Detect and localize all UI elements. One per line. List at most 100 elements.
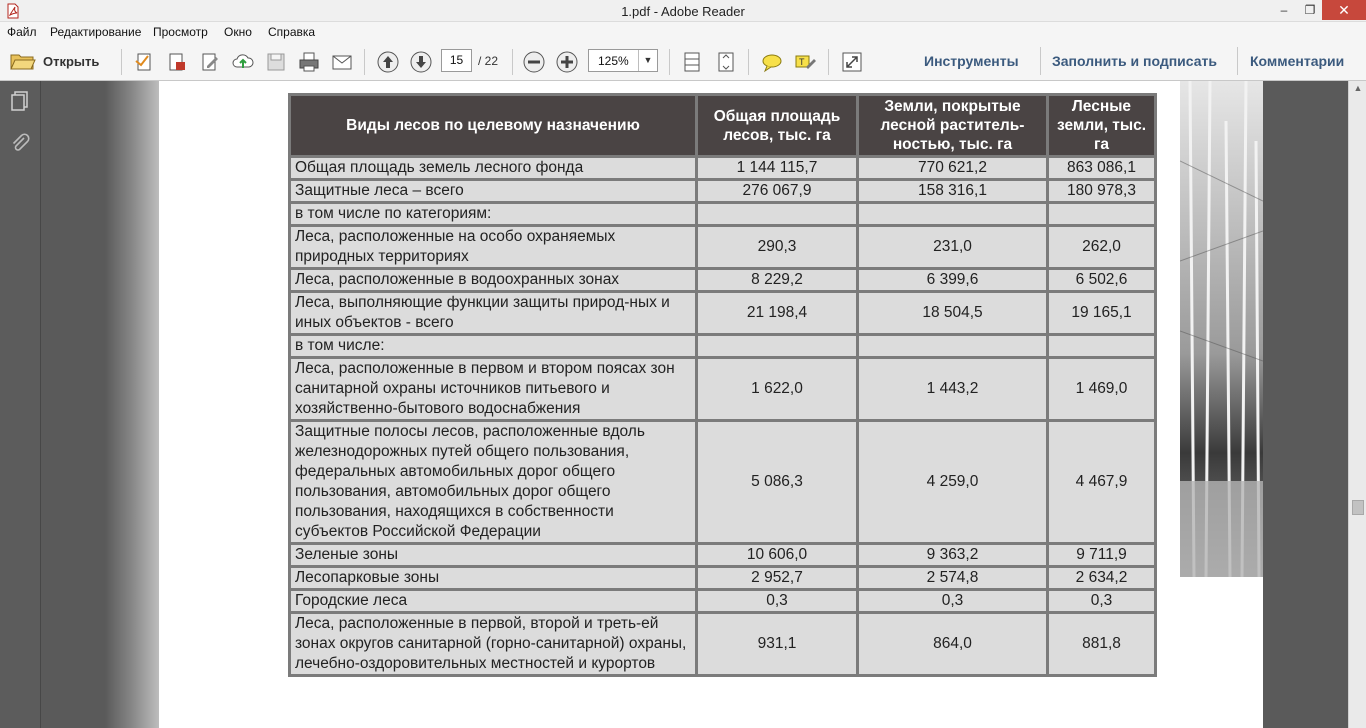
minimize-button[interactable]: – bbox=[1271, 0, 1297, 20]
cell-forest-land: 881,8 bbox=[1049, 614, 1154, 674]
zoom-out-icon[interactable] bbox=[523, 51, 545, 73]
row-label: Защитные леса – всего bbox=[291, 181, 695, 201]
table-row: Леса, расположенные в водоохранных зонах… bbox=[291, 270, 1154, 290]
zoom-value: 125% bbox=[598, 54, 629, 68]
row-label: в том числе: bbox=[291, 336, 695, 356]
table-row: Общая площадь земель лесного фонда 1 144… bbox=[291, 158, 1154, 178]
table-row: Леса, выполняющие функции защиты природ-… bbox=[291, 293, 1154, 333]
toolbar-separator bbox=[669, 49, 670, 75]
menu-edit[interactable]: Редактирование bbox=[50, 25, 141, 39]
menu-view[interactable]: Просмотр bbox=[153, 25, 208, 39]
cell-total-area: 21 198,4 bbox=[698, 293, 856, 333]
cell-forested-land bbox=[859, 336, 1046, 356]
toolbar-separator bbox=[364, 49, 365, 75]
page-thumbnails-icon[interactable] bbox=[8, 89, 32, 113]
page-number-input[interactable]: 15 bbox=[441, 49, 472, 72]
menu-window[interactable]: Окно bbox=[224, 25, 252, 39]
cell-forest-land: 2 634,2 bbox=[1049, 568, 1154, 588]
row-label: Зеленые зоны bbox=[291, 545, 695, 565]
table-row: Леса, расположенные в первом и втором по… bbox=[291, 359, 1154, 419]
previous-page-icon[interactable] bbox=[377, 51, 399, 73]
fit-width-icon[interactable] bbox=[681, 51, 703, 73]
cell-forested-land: 864,0 bbox=[859, 614, 1046, 674]
row-label: Леса, расположенные в первом и втором по… bbox=[291, 359, 695, 419]
highlight-text-icon[interactable]: T bbox=[794, 51, 816, 73]
row-label: Городские леса bbox=[291, 591, 695, 611]
fill-and-sign-pane-button[interactable]: Заполнить и подписать bbox=[1052, 53, 1217, 69]
page-total: / 22 bbox=[478, 54, 499, 68]
attachments-icon[interactable] bbox=[8, 132, 32, 156]
print-icon[interactable] bbox=[298, 51, 320, 73]
save-icon[interactable] bbox=[265, 51, 287, 73]
cell-total-area: 2 952,7 bbox=[698, 568, 856, 588]
cell-forest-land bbox=[1049, 204, 1154, 224]
table-row: Защитные полосы лесов, расположенные вдо… bbox=[291, 422, 1154, 542]
cell-forested-land: 0,3 bbox=[859, 591, 1046, 611]
toolbar-separator bbox=[1237, 47, 1238, 75]
open-button[interactable]: Открыть bbox=[6, 48, 110, 74]
cell-forest-land bbox=[1049, 336, 1154, 356]
forest-data-table: Виды лесов по целевому назначению Общая … bbox=[288, 93, 1157, 677]
cell-total-area: 1 622,0 bbox=[698, 359, 856, 419]
cell-forested-land: 9 363,2 bbox=[859, 545, 1046, 565]
row-label: Леса, расположенные на особо охраняемых … bbox=[291, 227, 695, 267]
chevron-down-icon[interactable]: ▼ bbox=[638, 50, 657, 71]
fit-page-icon[interactable] bbox=[715, 51, 737, 73]
toolbar-separator bbox=[1040, 47, 1041, 75]
cell-forested-land bbox=[859, 204, 1046, 224]
cell-total-area: 1 144 115,7 bbox=[698, 158, 856, 178]
comments-pane-button[interactable]: Комментарии bbox=[1250, 53, 1344, 69]
title-bar: 1.pdf - Adobe Reader – ❐ ✕ bbox=[0, 0, 1366, 22]
email-icon[interactable] bbox=[331, 51, 353, 73]
cell-forested-land: 158 316,1 bbox=[859, 181, 1046, 201]
create-pdf-icon[interactable] bbox=[133, 51, 155, 73]
row-label: Общая площадь земель лесного фонда bbox=[291, 158, 695, 178]
cell-forest-land: 6 502,6 bbox=[1049, 270, 1154, 290]
zoom-in-icon[interactable] bbox=[556, 51, 578, 73]
cell-forest-land: 863 086,1 bbox=[1049, 158, 1154, 178]
cell-total-area: 5 086,3 bbox=[698, 422, 856, 542]
birch-forest-photo bbox=[1180, 81, 1263, 577]
maximize-button[interactable]: ❐ bbox=[1297, 0, 1323, 20]
open-button-label: Открыть bbox=[43, 54, 100, 69]
table-row: Защитные леса – всего 276 067,9 158 316,… bbox=[291, 181, 1154, 201]
menu-file[interactable]: Файл bbox=[7, 25, 37, 39]
zoom-select[interactable]: 125% ▼ bbox=[588, 49, 658, 72]
header-total-area: Общая площадь лесов, тыс. га bbox=[698, 96, 856, 155]
header-forest-land: Лесные земли, тыс. га bbox=[1049, 96, 1154, 155]
row-label: Защитные полосы лесов, расположенные вдо… bbox=[291, 422, 695, 542]
tools-pane-button[interactable]: Инструменты bbox=[924, 53, 1019, 69]
cell-total-area bbox=[698, 204, 856, 224]
full-screen-icon[interactable] bbox=[841, 51, 863, 73]
row-label: в том числе по категориям: bbox=[291, 204, 695, 224]
cell-total-area: 290,3 bbox=[698, 227, 856, 267]
table-row: Городские леса 0,3 0,3 0,3 bbox=[291, 591, 1154, 611]
document-viewer: Виды лесов по целевому назначению Общая … bbox=[41, 81, 1348, 728]
next-page-icon[interactable] bbox=[410, 51, 432, 73]
window-title: 1.pdf - Adobe Reader bbox=[621, 4, 745, 19]
vertical-scrollbar[interactable]: ▲ bbox=[1348, 81, 1366, 728]
cell-forested-land: 18 504,5 bbox=[859, 293, 1046, 333]
close-button[interactable]: ✕ bbox=[1322, 0, 1366, 20]
cell-forested-land: 6 399,6 bbox=[859, 270, 1046, 290]
table-row: в том числе по категориям: bbox=[291, 204, 1154, 224]
table-row: Лесопарковые зоны 2 952,7 2 574,8 2 634,… bbox=[291, 568, 1154, 588]
table-header-row: Виды лесов по целевому назначению Общая … bbox=[291, 96, 1154, 155]
scroll-up-icon[interactable]: ▲ bbox=[1349, 83, 1366, 93]
edit-pdf-icon[interactable] bbox=[199, 51, 221, 73]
cell-forest-land: 4 467,9 bbox=[1049, 422, 1154, 542]
cell-forest-land: 9 711,9 bbox=[1049, 545, 1154, 565]
sticky-note-icon[interactable] bbox=[761, 51, 783, 73]
scrollbar-thumb[interactable] bbox=[1352, 500, 1364, 515]
row-label: Леса, расположенные в первой, второй и т… bbox=[291, 614, 695, 674]
cell-forest-land: 19 165,1 bbox=[1049, 293, 1154, 333]
cell-forest-land: 180 978,3 bbox=[1049, 181, 1154, 201]
table-row: Леса, расположенные в первой, второй и т… bbox=[291, 614, 1154, 674]
toolbar-separator bbox=[748, 49, 749, 75]
export-pdf-icon[interactable] bbox=[166, 51, 188, 73]
table-row: Леса, расположенные на особо охраняемых … bbox=[291, 227, 1154, 267]
table-row: в том числе: bbox=[291, 336, 1154, 356]
menu-help[interactable]: Справка bbox=[268, 25, 315, 39]
upload-cloud-icon[interactable] bbox=[232, 51, 254, 73]
cell-forested-land: 2 574,8 bbox=[859, 568, 1046, 588]
